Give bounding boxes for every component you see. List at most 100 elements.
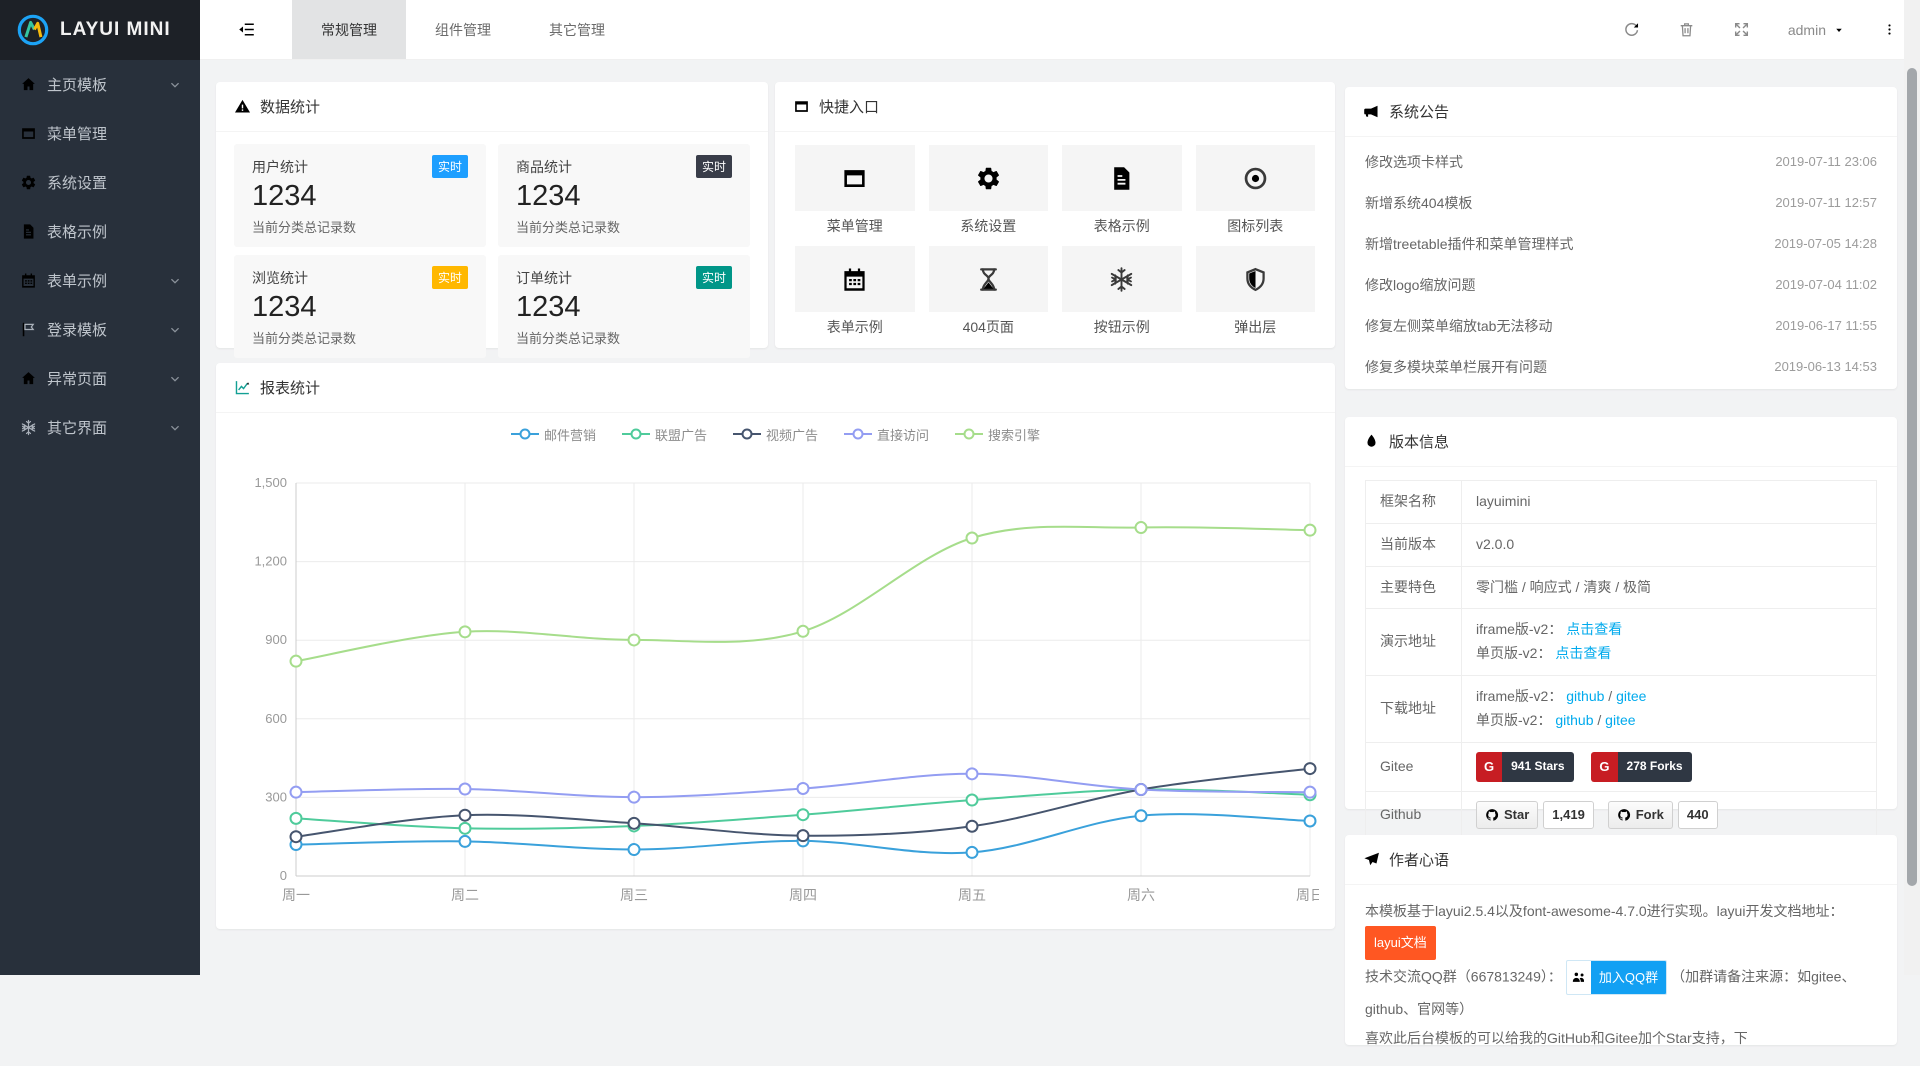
sidebar-item-label: 表格示例 <box>47 221 182 242</box>
card-title: 作者心语 <box>1389 849 1449 870</box>
table-row: 演示地址 iframe版-v2： 点击查看 单页版-v2： 点击查看 <box>1366 609 1877 676</box>
announcements-card: 系统公告 修改选项卡样式 2019-07-11 23:06 新增系统404模板 … <box>1345 87 1897 389</box>
menu-fold-button[interactable] <box>200 0 292 59</box>
tab-other-management[interactable]: 其它管理 <box>520 0 634 59</box>
sidebar-item-system-settings[interactable]: 系统设置 <box>0 158 200 207</box>
quick-entry-menu-management[interactable]: 菜单管理 <box>795 145 915 236</box>
gitee-link[interactable]: gitee <box>1605 712 1635 728</box>
tab-general-management[interactable]: 常规管理 <box>292 0 406 59</box>
legend-item[interactable]: 视频广告 <box>733 425 818 444</box>
quick-entry-button-demo[interactable]: 按钮示例 <box>1062 246 1182 337</box>
user-menu[interactable]: admin <box>1788 22 1845 38</box>
flag-icon <box>20 321 37 338</box>
svg-text:周四: 周四 <box>789 887 817 903</box>
legend-item[interactable]: 搜索引擎 <box>955 425 1040 444</box>
svg-text:900: 900 <box>265 632 287 647</box>
quick-entry-form-demo[interactable]: 表单示例 <box>795 246 915 337</box>
gitee-icon: G <box>1591 752 1617 782</box>
sidebar-item-error-pages[interactable]: 异常页面 <box>0 354 200 403</box>
fullscreen-icon[interactable] <box>1733 21 1750 38</box>
announcement-item[interactable]: 修改logo缩放问题 2019-07-04 11:02 <box>1365 264 1877 305</box>
tab-component-management[interactable]: 组件管理 <box>406 0 520 59</box>
demo-link[interactable]: 点击查看 <box>1566 621 1622 637</box>
announcement-item[interactable]: 新增系统404模板 2019-07-11 12:57 <box>1365 182 1877 223</box>
stat-value: 1234 <box>516 180 732 213</box>
quick-entry-popup-layer[interactable]: 弹出层 <box>1196 246 1316 337</box>
quick-entry-table-demo[interactable]: 表格示例 <box>1062 145 1182 236</box>
window-icon <box>20 125 37 142</box>
quick-grid: 菜单管理 系统设置 表格示例 图标列表 表单示例 404页面 按钮示例 弹出层 <box>775 132 1335 350</box>
bullhorn-icon <box>1363 103 1380 120</box>
announcement-date: 2019-07-05 14:28 <box>1774 236 1877 251</box>
announcement-date: 2019-07-11 23:06 <box>1775 154 1877 169</box>
refresh-icon[interactable] <box>1623 21 1640 38</box>
gitee-stars-badge[interactable]: G941 Stars <box>1476 752 1574 782</box>
stat-box-views[interactable]: 浏览统计实时 1234 当前分类总记录数 <box>234 255 486 358</box>
sidebar-item-other-pages[interactable]: 其它界面 <box>0 403 200 452</box>
github-star-count[interactable]: 1,419 <box>1543 801 1594 829</box>
announcement-date: 2019-06-13 14:53 <box>1774 359 1877 374</box>
sidebar-item-menu-management[interactable]: 菜单管理 <box>0 109 200 158</box>
sidebar-item-login-template[interactable]: 登录模板 <box>0 305 200 354</box>
sidebar-item-label: 系统设置 <box>47 172 182 193</box>
layui-doc-badge[interactable]: layui文档 <box>1365 926 1436 959</box>
quick-entry-icon-list[interactable]: 图标列表 <box>1196 145 1316 236</box>
version-info-card: 版本信息 框架名称 layuimini 当前版本 v2.0.0 主要特色 零门槛… <box>1345 417 1897 809</box>
announcement-item[interactable]: 修复多模块菜单栏展开有问题 2019-06-13 14:53 <box>1365 346 1877 387</box>
table-row: 当前版本 v2.0.0 <box>1366 523 1877 566</box>
legend-item[interactable]: 联盟广告 <box>622 425 707 444</box>
svg-text:300: 300 <box>265 789 287 804</box>
announcement-item[interactable]: 修改选项卡样式 2019-07-11 23:06 <box>1365 141 1877 182</box>
stat-box-orders[interactable]: 订单统计实时 1234 当前分类总记录数 <box>498 255 750 358</box>
chevron-down-icon <box>168 372 182 386</box>
dot-circle-icon <box>1242 165 1269 192</box>
announcement-date: 2019-07-04 11:02 <box>1775 277 1877 292</box>
gitee-forks-badge[interactable]: G278 Forks <box>1591 752 1691 782</box>
sidebar-item-label: 表单示例 <box>47 270 168 291</box>
page-scrollbar[interactable] <box>1904 0 1920 975</box>
svg-text:600: 600 <box>265 711 287 726</box>
legend-item[interactable]: 直接访问 <box>844 425 929 444</box>
scrollbar-thumb[interactable] <box>1907 68 1917 886</box>
stat-box-users[interactable]: 用户统计实时 1234 当前分类总记录数 <box>234 144 486 247</box>
hourglass-icon <box>975 266 1002 293</box>
announcement-item[interactable]: 新增treetable插件和菜单管理样式 2019-07-05 14:28 <box>1365 223 1877 264</box>
github-link[interactable]: github <box>1566 688 1604 704</box>
sidebar: LAYUI MINI 主页模板 菜单管理 系统设置 表格示例 表单示例 登录模板… <box>0 0 200 975</box>
sidebar-item-form-demo[interactable]: 表单示例 <box>0 256 200 305</box>
quick-entry-404-page[interactable]: 404页面 <box>929 246 1049 337</box>
table-row: 下载地址 iframe版-v2： github / gitee 单页版-v2： … <box>1366 675 1877 742</box>
demo-link[interactable]: 点击查看 <box>1555 645 1611 661</box>
gitee-link[interactable]: gitee <box>1616 688 1646 704</box>
more-dots-icon[interactable] <box>1883 22 1896 37</box>
github-fork-count[interactable]: 440 <box>1678 801 1718 829</box>
logo[interactable]: LAYUI MINI <box>0 0 200 60</box>
legend-marker-icon <box>955 428 983 440</box>
legend-item[interactable]: 邮件营销 <box>511 425 596 444</box>
sidebar-item-label: 主页模板 <box>47 74 168 95</box>
report-stats-card: 报表统计 邮件营销联盟广告视频广告直接访问搜索引擎 03006009001,20… <box>216 363 1335 929</box>
author-text: 本模板基于layui2.5.4以及font-awesome-4.7.0进行实现。… <box>1345 885 1897 1066</box>
card-title: 快捷入口 <box>819 96 879 117</box>
svg-text:1,200: 1,200 <box>254 554 287 569</box>
sidebar-item-home-template[interactable]: 主页模板 <box>0 60 200 109</box>
trash-icon[interactable] <box>1678 21 1695 38</box>
brand-title: LAYUI MINI <box>60 19 171 41</box>
github-fork-button[interactable]: Fork <box>1608 801 1673 829</box>
topbar: 常规管理 组件管理 其它管理 admin <box>200 0 1920 60</box>
sidebar-item-table-demo[interactable]: 表格示例 <box>0 207 200 256</box>
warning-triangle-icon <box>234 98 251 115</box>
github-link[interactable]: github <box>1555 712 1593 728</box>
report-chart: 03006009001,2001,500周一周二周三周四周五周六周日 <box>232 455 1319 917</box>
author-words-card: 作者心语 本模板基于layui2.5.4以及font-awesome-4.7.0… <box>1345 835 1897 1045</box>
svg-text:周二: 周二 <box>451 887 479 903</box>
chevron-down-icon <box>168 78 182 92</box>
github-star-button[interactable]: Star <box>1476 801 1538 829</box>
card-title: 系统公告 <box>1389 101 1449 122</box>
quick-entry-system-settings[interactable]: 系统设置 <box>929 145 1049 236</box>
join-qq-group-badge[interactable]: 加入QQ群 <box>1566 960 1667 995</box>
paper-plane-icon <box>1363 851 1380 868</box>
announcement-item[interactable]: 修复左侧菜单缩放tab无法移动 2019-06-17 11:55 <box>1365 305 1877 346</box>
stat-box-products[interactable]: 商品统计实时 1234 当前分类总记录数 <box>498 144 750 247</box>
home-icon <box>20 370 37 387</box>
